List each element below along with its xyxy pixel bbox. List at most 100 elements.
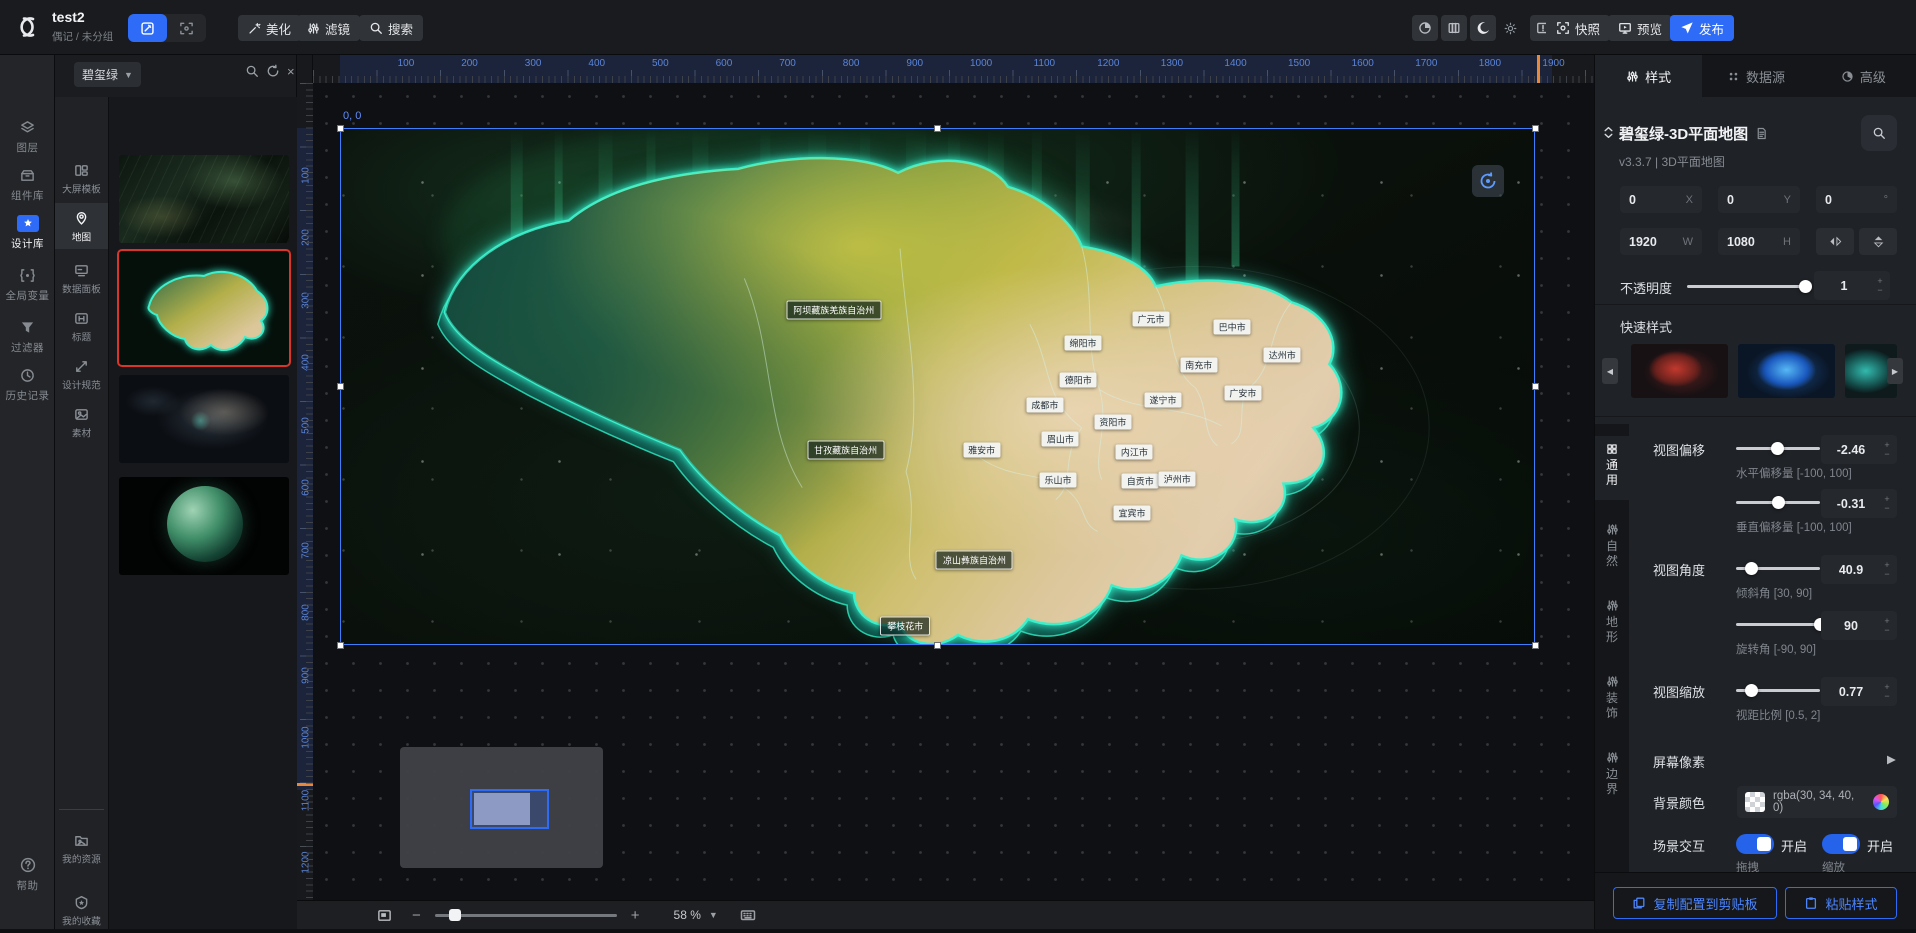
rotation-value[interactable]: 90+− [1821,611,1897,640]
width-input[interactable]: 1920W [1620,228,1702,255]
quick-styles-next-button[interactable]: ▶ [1887,358,1903,384]
map-label-自贡市[interactable]: 自贡市 [1122,473,1159,488]
template-thumbnail-china-dark-map[interactable] [119,375,289,463]
zoom-out-button[interactable]: − [406,907,427,924]
position-x-input[interactable]: 0X [1620,186,1702,213]
selection-handle[interactable] [1532,125,1539,132]
opacity-value[interactable]: 1+− [1814,271,1890,300]
zoom-percent[interactable]: 58 % [674,908,701,922]
template-thumbnail-earth-globe[interactable] [119,477,289,575]
map-label-甘孜藏族自治州[interactable]: 甘孜藏族自治州 [807,440,884,459]
sidebar-item-components[interactable]: 组件库 [0,165,55,203]
map-label-雅安市[interactable]: 雅安市 [963,442,1000,457]
map-label-凉山彝族自治州[interactable]: 凉山彝族自治州 [936,550,1013,569]
sidebar-item-help[interactable]: 帮助 [0,855,55,893]
canvas[interactable]: 0, 0 [313,83,1594,900]
rotation-input[interactable]: 0° [1816,186,1897,213]
opacity-slider[interactable] [1687,285,1805,288]
rotation-slider[interactable] [1736,623,1820,626]
dark-mode-button[interactable] [1470,15,1496,41]
map-label-攀枝花市[interactable]: 攀枝花市 [880,616,930,635]
ruler-top[interactable]: 1002003004005006007008009001000110012001… [313,55,1594,83]
map-label-资阳市[interactable]: 资阳市 [1094,415,1131,430]
zoom-slider[interactable] [435,914,617,917]
flip-vertical-button[interactable] [1859,228,1897,255]
style-group-decoration[interactable]: 装饰 [1595,668,1629,732]
filter-button[interactable]: 滤镜 [297,15,360,41]
category-my-favorites[interactable]: 我的收藏 [55,887,108,933]
light-mode-button[interactable] [1497,15,1523,41]
view-offset-v-value[interactable]: -0.31+− [1821,489,1897,518]
component-search-button[interactable] [1861,115,1897,151]
close-icon[interactable]: × [287,64,295,79]
slider-thumb[interactable] [1745,562,1758,575]
app-logo-icon[interactable] [12,11,44,43]
view-offset-h-value[interactable]: -2.46+− [1821,435,1897,464]
slider-thumb[interactable] [1799,280,1812,293]
component-swap-icon[interactable] [1601,125,1616,140]
map-label-宜宾市[interactable]: 宜宾市 [1113,505,1150,520]
map-label-德阳市[interactable]: 德阳市 [1060,372,1097,387]
publish-button[interactable]: 发布 [1670,15,1734,41]
category-maps[interactable]: 地图 [55,203,108,249]
map-label-成都市[interactable]: 成都市 [1026,398,1063,413]
view-offset-h-slider[interactable] [1736,447,1820,450]
slider-thumb[interactable] [1745,684,1758,697]
history-quick-button[interactable] [1412,15,1438,41]
zoom-toggle[interactable] [1822,834,1860,854]
sidebar-item-filters[interactable]: 过滤器 [0,317,55,355]
keyboard-shortcuts-icon[interactable] [740,907,756,923]
inspector-tab-datasource[interactable]: 数据源 [1702,55,1809,97]
sidebar-item-global-vars[interactable]: 全局变量 [0,265,55,303]
rotate-3d-button[interactable] [1472,165,1504,197]
slider-thumb[interactable] [1771,442,1784,455]
category-titles[interactable]: 标题 [55,303,108,349]
map-label-阿坝藏族羌族自治州[interactable]: 阿坝藏族羌族自治州 [786,301,881,320]
selection-handle[interactable] [337,383,344,390]
map-label-广安市[interactable]: 广安市 [1224,386,1261,401]
tilt-slider[interactable] [1736,567,1820,570]
flip-horizontal-button[interactable] [1816,228,1854,255]
map-label-南充市[interactable]: 南充市 [1180,357,1217,372]
map-label-内江市[interactable]: 内江市 [1116,444,1153,459]
library-search-icon[interactable] [245,64,259,78]
template-thumbnail-satellite-city[interactable] [119,155,289,243]
sidebar-item-design-lib[interactable]: 设计库 [0,213,55,251]
selection-handle[interactable] [934,642,941,649]
category-materials[interactable]: 素材 [55,399,108,445]
view-zoom-value[interactable]: 0.77+− [1821,677,1897,706]
height-input[interactable]: 1080H [1718,228,1800,255]
color-wheel-icon[interactable] [1873,794,1889,810]
zoom-caret-icon[interactable]: ▼ [709,910,718,920]
component-mode-button[interactable] [167,14,206,42]
selection-handle[interactable] [337,642,344,649]
bg-color-control[interactable]: rgba(30, 34, 40, 0) [1737,786,1897,818]
selection-handle[interactable] [337,125,344,132]
map-label-巴中市[interactable]: 巴中市 [1214,320,1251,335]
style-group-border[interactable]: 边界 [1595,744,1629,808]
minimap-toggle-icon[interactable] [377,908,392,923]
paste-style-button[interactable]: 粘贴样式 [1785,887,1897,919]
zoom-slider-thumb[interactable] [449,909,461,921]
view-zoom-slider[interactable] [1736,689,1820,692]
template-thumbnail-sichuan-3d-map[interactable] [119,251,289,365]
drag-toggle[interactable] [1736,834,1774,854]
category-screen-templates[interactable]: 大屏模板 [55,155,108,201]
inspector-tab-style[interactable]: 样式 [1595,55,1702,97]
copy-config-button[interactable]: 复制配置到剪贴板 [1613,887,1777,919]
refresh-icon[interactable] [266,64,280,78]
map-label-眉山市[interactable]: 眉山市 [1042,432,1079,447]
quick-style-china-blue[interactable] [1738,344,1835,398]
slider-thumb[interactable] [1772,496,1785,509]
map-label-广元市[interactable]: 广元市 [1133,312,1170,327]
style-series-dropdown[interactable]: 碧玺绿 ▼ [74,62,141,87]
selection-handle[interactable] [1532,642,1539,649]
preview-button[interactable]: 预览 [1608,15,1672,41]
screen-pixel-expand-icon[interactable]: ▶ [1887,752,1896,766]
selection-handle[interactable] [934,125,941,132]
panel-layout-button[interactable] [1441,15,1467,41]
category-my-resources[interactable]: 我的资源 [55,825,108,871]
map-label-达州市[interactable]: 达州市 [1264,348,1301,363]
edit-mode-button[interactable] [128,14,167,42]
search-button[interactable]: 搜索 [359,15,423,41]
